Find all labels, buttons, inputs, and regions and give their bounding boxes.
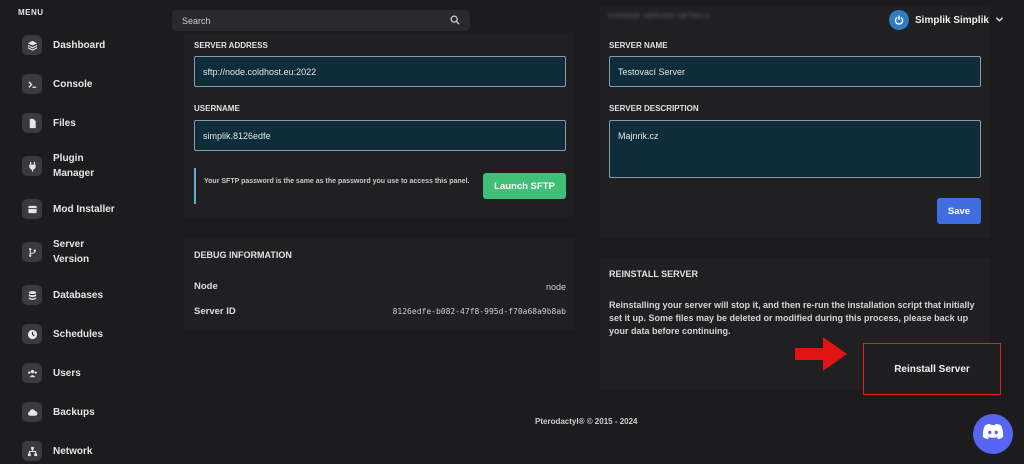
sidebar-item-users[interactable]: Users bbox=[22, 363, 123, 383]
sidebar-item-label: Console bbox=[53, 78, 93, 90]
sidebar-item-label: Backups bbox=[53, 406, 95, 418]
user-name: Simplik Simplik bbox=[915, 14, 989, 26]
layers-icon bbox=[22, 35, 42, 55]
debug-node-value: node bbox=[545, 282, 566, 292]
reinstall-server-button[interactable]: Reinstall Server bbox=[863, 343, 1001, 395]
arrow-icon bbox=[795, 337, 847, 371]
server-name-label: SERVER NAME bbox=[609, 41, 668, 50]
sidebar-item-mod-installer[interactable]: Mod Installer bbox=[22, 199, 123, 219]
launch-sftp-button[interactable]: Launch SFTP bbox=[483, 173, 566, 199]
clock-icon bbox=[22, 324, 42, 344]
sidebar-item-label: Dashboard bbox=[53, 39, 106, 51]
sidebar-item-label: Mod Installer bbox=[53, 203, 115, 215]
sidebar-item-label: Databases bbox=[53, 289, 104, 301]
plug-icon bbox=[22, 156, 42, 176]
sidebar-item-label: Users bbox=[53, 367, 81, 379]
username-label: USERNAME bbox=[194, 104, 240, 113]
user-menu[interactable]: Simplik Simplik bbox=[889, 10, 1004, 30]
users-icon bbox=[22, 363, 42, 383]
reinstall-title: REINSTALL SERVER bbox=[609, 269, 699, 279]
server-address-label: SERVER ADDRESS bbox=[194, 41, 268, 50]
sidebar-item-label: Server Version bbox=[53, 239, 90, 265]
menu-title: MENU bbox=[18, 8, 44, 17]
sidebar-item-console[interactable]: Console bbox=[22, 74, 123, 94]
debug-node-label: Node bbox=[194, 281, 218, 292]
sidebar-item-plugin-manager[interactable]: Plugin Manager bbox=[22, 151, 123, 181]
server-name-field[interactable]: Testovací Server bbox=[609, 56, 981, 87]
server-description-field[interactable]: Majnrik.cz bbox=[609, 120, 981, 178]
sidebar-item-databases[interactable]: Databases bbox=[22, 285, 123, 305]
reinstall-description: Reinstalling your server will stop it, a… bbox=[609, 300, 975, 336]
discord-icon bbox=[982, 423, 1004, 445]
save-button[interactable]: Save bbox=[937, 198, 981, 224]
sidebar-item-files[interactable]: Files bbox=[22, 113, 123, 133]
search-input[interactable]: Search bbox=[182, 16, 211, 26]
username-field[interactable]: simplik.8126edfe bbox=[194, 120, 566, 151]
sidebar-item-backups[interactable]: Backups bbox=[22, 402, 123, 422]
avatar bbox=[889, 10, 909, 30]
sidebar-item-label: Schedules bbox=[53, 328, 104, 340]
footer-copyright: Pterodactyl® © 2015 - 2024 bbox=[535, 417, 638, 426]
cloud-icon bbox=[22, 402, 42, 422]
file-icon bbox=[22, 113, 42, 133]
search-bar[interactable]: Search bbox=[172, 10, 470, 31]
sidebar-item-network[interactable]: Network bbox=[22, 441, 123, 461]
sftp-info-text: Your SFTP password is the same as the pa… bbox=[204, 178, 470, 185]
server-details-title: CHANGE SERVER DETAILS bbox=[608, 13, 710, 20]
sidebar-item-label: Files bbox=[53, 117, 76, 129]
sidebar-item-label: Network bbox=[53, 445, 93, 457]
sidebar-item-label: Plugin Manager bbox=[53, 153, 95, 179]
branch-icon bbox=[22, 242, 42, 262]
debug-server-id-label: Server ID bbox=[194, 306, 236, 317]
sidebar-item-dashboard[interactable]: Dashboard bbox=[22, 35, 123, 55]
sidebar: MENU Dashboard Console Files Plugin Mana… bbox=[0, 0, 150, 464]
debug-server-id-value: 8126edfe-b082-47f8-995d-f70a68a9b8ab bbox=[392, 307, 566, 316]
box-icon bbox=[22, 199, 42, 219]
terminal-icon bbox=[22, 74, 42, 94]
discord-button[interactable] bbox=[973, 414, 1013, 454]
network-icon bbox=[22, 441, 42, 461]
server-address-field[interactable]: sftp://node.coldhost.eu:2022 bbox=[194, 56, 566, 87]
sidebar-item-server-version[interactable]: Server Version bbox=[22, 237, 123, 267]
sidebar-item-schedules[interactable]: Schedules bbox=[22, 324, 123, 344]
chevron-down-icon[interactable] bbox=[995, 11, 1004, 29]
database-icon bbox=[22, 285, 42, 305]
server-description-label: SERVER DESCRIPTION bbox=[609, 104, 699, 113]
debug-title: DEBUG INFORMATION bbox=[194, 250, 292, 260]
search-icon[interactable] bbox=[450, 12, 460, 30]
